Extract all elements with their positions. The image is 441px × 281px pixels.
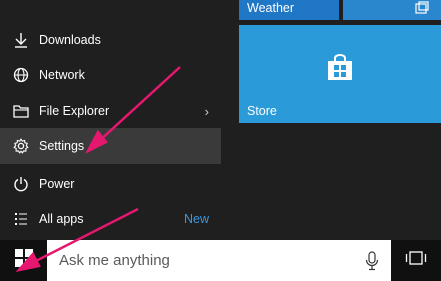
search-input[interactable]: Ask me anything (59, 252, 170, 269)
microphone-icon[interactable] (365, 251, 379, 271)
tile-small[interactable] (343, 0, 441, 20)
chevron-right-icon[interactable]: › (205, 104, 209, 119)
menu-item-label: Power (39, 177, 75, 191)
task-view-icon (405, 250, 427, 271)
menu-item-downloads[interactable]: Downloads (0, 22, 221, 58)
menu-item-all-apps[interactable]: All apps New (0, 201, 221, 237)
tile-label: Store (247, 104, 277, 118)
menu-item-label: Network (39, 68, 85, 82)
windows-logo-icon (14, 249, 33, 272)
folder-icon (12, 102, 30, 120)
task-view-button[interactable] (391, 240, 441, 281)
new-badge: New (183, 212, 209, 226)
menu-item-label: Downloads (39, 33, 101, 47)
network-icon (12, 66, 30, 84)
tile-store[interactable]: Store (239, 25, 441, 123)
menu-item-label: File Explorer (39, 104, 110, 118)
start-menu: Downloads Network File Explorer › Settin… (0, 0, 441, 240)
menu-item-settings[interactable]: Settings (0, 128, 221, 164)
taskbar: Ask me anything (0, 240, 441, 281)
tile-label: Weather (247, 1, 295, 15)
menu-item-power[interactable]: Power (0, 166, 221, 202)
search-box[interactable]: Ask me anything (47, 240, 391, 281)
start-button[interactable] (0, 240, 47, 281)
download-icon (12, 31, 30, 49)
menu-item-file-explorer[interactable]: File Explorer › (0, 93, 221, 129)
store-bag-icon (326, 53, 354, 86)
menu-item-label: All apps (39, 212, 84, 226)
list-icon (12, 210, 30, 228)
gear-icon (12, 137, 30, 155)
menu-item-network[interactable]: Network (0, 57, 221, 93)
tile-app-icon (415, 1, 429, 20)
tile-weather[interactable]: Weather (239, 0, 339, 20)
power-icon (12, 175, 30, 193)
menu-item-label: Settings (39, 139, 85, 153)
